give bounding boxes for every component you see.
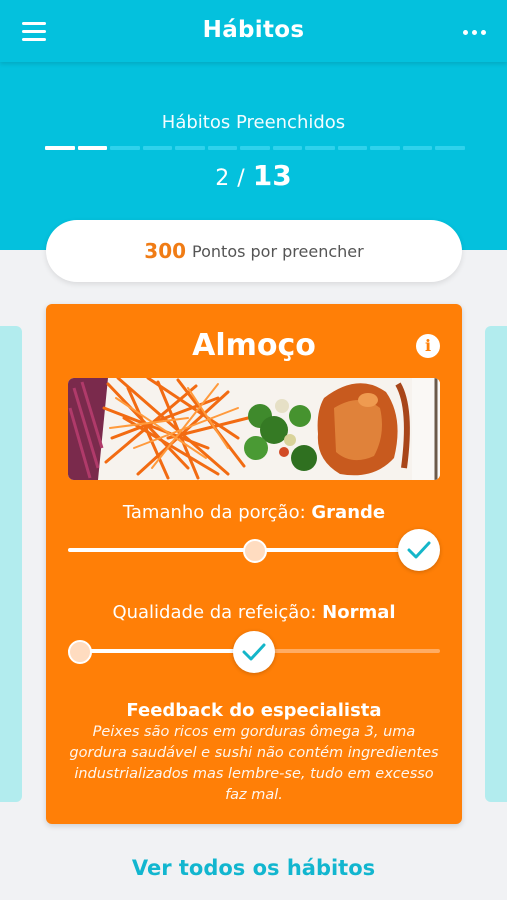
habit-card: Almoço i Tamanho da porção: Grande Quali… <box>46 304 462 824</box>
progress-label: Hábitos Preenchidos <box>161 112 346 133</box>
progress-count: 2 / 13 <box>0 159 507 192</box>
info-icon[interactable]: i <box>416 334 440 358</box>
progress-segment <box>175 146 205 150</box>
feedback-title: Feedback do especialista <box>126 700 382 721</box>
progress-segment <box>45 146 75 150</box>
progress-segment <box>402 146 433 150</box>
view-all-habits-link[interactable]: Ver todos os hábitos <box>0 856 507 880</box>
progress-segment <box>77 146 108 150</box>
progress-segment <box>435 146 465 150</box>
check-icon <box>407 541 431 559</box>
progress-segment <box>142 146 173 150</box>
quality-step-low[interactable] <box>68 640 92 664</box>
page-title: Hábitos <box>202 17 305 43</box>
portion-slider-knob[interactable] <box>398 529 440 571</box>
portion-label: Tamanho da porção: <box>122 502 306 523</box>
portion-value: Grande <box>311 502 386 523</box>
quality-slider-rest <box>254 649 440 653</box>
progress-separator: / <box>237 166 245 191</box>
check-icon <box>242 643 266 661</box>
app-bar: Hábitos <box>0 0 507 62</box>
progress-segment <box>110 146 140 150</box>
quality-label: Qualidade da refeição: <box>112 602 317 623</box>
next-habit-card[interactable] <box>485 326 507 802</box>
habit-title: Almoço <box>192 328 316 363</box>
progress-segment <box>240 146 270 150</box>
more-dots-icon[interactable] <box>463 30 487 36</box>
progress-segment <box>370 146 400 150</box>
progress-segment <box>337 146 368 150</box>
points-value: 300 <box>144 239 187 263</box>
portion-label-row: Tamanho da porção: Grande <box>46 502 462 523</box>
progress-segments <box>45 146 465 150</box>
points-text: Pontos por preencher <box>192 241 364 261</box>
feedback-text: Peixes são ricos em gorduras ômega 3, um… <box>69 724 439 803</box>
portion-step-medium[interactable] <box>243 539 267 563</box>
previous-habit-card[interactable] <box>0 326 22 802</box>
progress-completed: 2 <box>215 166 230 191</box>
quality-label-row: Qualidade da refeição: Normal <box>46 602 462 623</box>
progress-segment <box>207 146 238 150</box>
meal-photo <box>68 378 440 480</box>
quality-slider-fill <box>68 649 254 653</box>
points-pill: 300 Pontos por preencher <box>46 220 462 282</box>
progress-segment <box>272 146 303 150</box>
quality-slider-knob[interactable] <box>233 631 275 673</box>
progress-segment <box>305 146 335 150</box>
progress-total: 13 <box>252 159 292 192</box>
quality-value: Normal <box>322 602 396 623</box>
meal-photo-graphic <box>68 378 440 480</box>
